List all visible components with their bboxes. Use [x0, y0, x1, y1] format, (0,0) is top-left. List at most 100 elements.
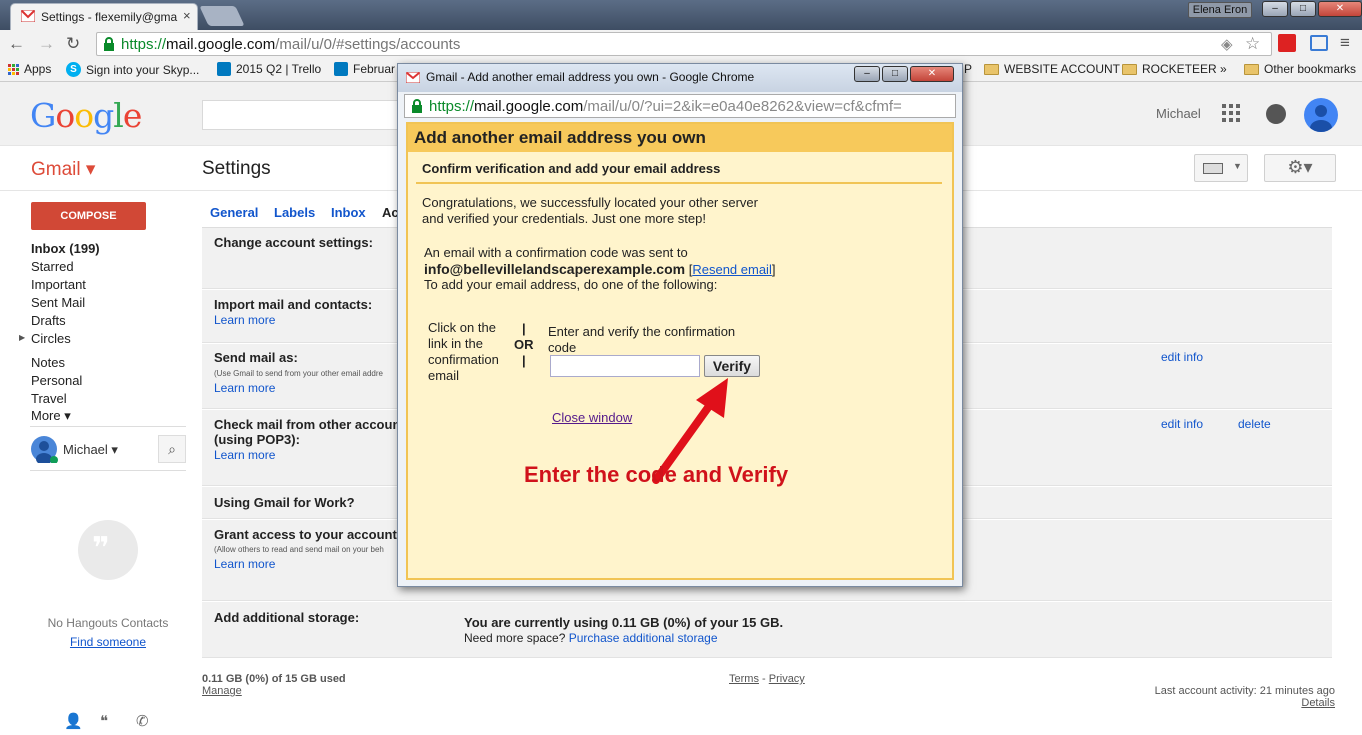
search-input[interactable]: [202, 100, 402, 130]
divider: [30, 470, 186, 471]
hangouts-user[interactable]: Michael ▾ ⌕: [30, 434, 186, 464]
last-activity: Last account activity: 21 minutes ago: [1154, 685, 1335, 697]
sidebar-item-starred[interactable]: Starred: [31, 259, 74, 274]
profile-badge[interactable]: Elena Eron: [1188, 2, 1252, 18]
close-window-link[interactable]: Close window: [552, 410, 632, 425]
sidebar-item-sent[interactable]: Sent Mail: [31, 295, 85, 310]
divider: [416, 182, 942, 184]
hangouts-tab-icon[interactable]: ❝: [100, 712, 108, 730]
compose-button[interactable]: COMPOSE: [31, 202, 146, 230]
bookmark-february[interactable]: Februar: [334, 62, 395, 76]
search-icon[interactable]: ⌕: [158, 435, 186, 463]
settings-button[interactable]: ⚙▾: [1264, 154, 1336, 182]
manage-link[interactable]: Manage: [202, 685, 242, 697]
purchase-storage-link[interactable]: Purchase additional storage: [569, 631, 718, 645]
tab-close-icon[interactable]: ×: [183, 8, 191, 23]
bookmark-label: 2015 Q2 | Trello: [236, 62, 322, 76]
browser-tab[interactable]: Settings - flexemily@gma ×: [10, 3, 198, 30]
tab-inbox[interactable]: Inbox: [331, 205, 366, 220]
bookmark-star-icon[interactable]: ☆: [1245, 34, 1260, 54]
expand-triangle-icon[interactable]: ▶: [19, 333, 25, 342]
google-logo[interactable]: Google: [30, 96, 142, 135]
bookmark-label: Sign into your Skyp...: [86, 62, 200, 77]
popup-title: Gmail - Add another email address you ow…: [426, 70, 755, 84]
bookmark-apps[interactable]: Apps: [8, 62, 51, 76]
maximize-icon[interactable]: □: [1290, 1, 1316, 17]
popup-subheading: Confirm verification and add your email …: [422, 161, 721, 176]
tab-labels[interactable]: Labels: [274, 205, 315, 220]
phone-icon[interactable]: ✆: [136, 712, 149, 730]
resend-email-link[interactable]: Resend email: [692, 262, 772, 277]
footer-separator: -: [762, 673, 766, 685]
sidebar-item-drafts[interactable]: Drafts: [31, 313, 66, 328]
bookmark-label: ROCKETEER: [1142, 62, 1217, 76]
lock-icon: [104, 37, 114, 51]
minimize-icon[interactable]: –: [1262, 1, 1288, 17]
new-tab-button[interactable]: [199, 6, 245, 26]
bookmark-trello[interactable]: 2015 Q2 | Trello: [217, 62, 321, 76]
storage-more: Need more space? Purchase additional sto…: [464, 631, 718, 645]
bookmark-p[interactable]: P: [964, 62, 972, 76]
bookmark-label: P: [964, 62, 973, 76]
sidebar-item-notes[interactable]: Notes: [31, 355, 65, 370]
settings-row-storage: Add additional storage: You are currentl…: [202, 602, 1332, 658]
sidebar-item-personal[interactable]: Personal: [31, 373, 82, 388]
trello-icon: [334, 62, 348, 76]
address-bar[interactable]: https://mail.google.com/mail/u/0/#settin…: [96, 32, 1272, 56]
maximize-icon[interactable]: □: [882, 66, 908, 82]
details-link[interactable]: Details: [1280, 697, 1335, 709]
storage-footer: 0.11 GB (0%) of 15 GB used: [202, 673, 346, 685]
notifications-icon[interactable]: [1266, 104, 1286, 124]
reload-icon[interactable]: ↻: [66, 34, 80, 54]
learn-more-link[interactable]: Learn more: [214, 557, 275, 571]
minimize-icon[interactable]: –: [854, 66, 880, 82]
sidebar-item-inbox[interactable]: Inbox (199): [31, 241, 100, 256]
back-icon[interactable]: ←: [8, 34, 25, 54]
sidebar-item-travel[interactable]: Travel: [31, 391, 67, 406]
learn-more-link[interactable]: Learn more: [214, 448, 275, 462]
apps-icon[interactable]: [1222, 104, 1240, 122]
forward-icon[interactable]: →: [38, 34, 55, 54]
window-close-icon[interactable]: ✕: [910, 66, 954, 82]
account-name[interactable]: Michael: [1156, 106, 1201, 121]
enter-code-text: Enter and verify the confirmation code: [548, 324, 736, 355]
edit-info-link[interactable]: edit info: [1161, 350, 1203, 364]
window-close-icon[interactable]: ✕: [1318, 1, 1362, 17]
bookmarks-overflow[interactable]: »: [1220, 62, 1227, 76]
gmail-menu[interactable]: Gmail ▾: [31, 158, 95, 181]
tab-general[interactable]: General: [210, 205, 258, 220]
skype-icon: S: [66, 62, 81, 77]
input-tools-button[interactable]: ▼: [1194, 154, 1248, 182]
row-sublabel: (Allow others to read and send mail on y…: [214, 545, 384, 554]
learn-more-link[interactable]: Learn more: [214, 381, 275, 395]
popup-titlebar[interactable]: Gmail - Add another email address you ow…: [398, 64, 962, 92]
bookmark-other[interactable]: Other bookmarks: [1244, 62, 1356, 76]
row-label: Check mail from other accoun: [214, 417, 401, 432]
terms-link[interactable]: Terms: [729, 673, 759, 685]
sidebar-item-important[interactable]: Important: [31, 277, 86, 292]
bookmark-website-account[interactable]: WEBSITE ACCOUNT: [984, 62, 1120, 76]
sidebar-item-circles[interactable]: Circles: [31, 331, 71, 346]
avatar[interactable]: [1304, 98, 1338, 132]
translate-icon[interactable]: ◈: [1221, 35, 1233, 53]
learn-more-link[interactable]: Learn more: [214, 313, 275, 327]
edit-info-link[interactable]: edit info: [1161, 417, 1203, 431]
contacts-tab-icon[interactable]: 👤: [64, 712, 83, 730]
delete-link[interactable]: delete: [1238, 417, 1271, 431]
folder-icon: [984, 63, 999, 75]
menu-icon[interactable]: ≡: [1340, 33, 1350, 53]
bookmark-skype[interactable]: S Sign into your Skyp...: [66, 62, 199, 77]
sidebar-item-more[interactable]: More ▾: [31, 408, 71, 424]
row-label: Import mail and contacts:: [214, 297, 373, 312]
bookmark-rocketeer[interactable]: ROCKETEER: [1122, 62, 1217, 76]
extension-icon[interactable]: [1278, 34, 1296, 52]
popup-address-bar[interactable]: https://mail.google.com/mail/u/0/?ui=2&i…: [404, 94, 956, 118]
or-bar-bottom: |: [522, 353, 526, 368]
find-someone-link[interactable]: Find someone: [30, 635, 186, 649]
keyboard-icon: [1203, 163, 1223, 174]
instruction-text: To add your email address, do one of the…: [424, 277, 718, 292]
cast-icon[interactable]: [1310, 35, 1328, 51]
url-host: mail.google.com: [166, 36, 276, 53]
privacy-link[interactable]: Privacy: [769, 673, 805, 685]
url-text: https://mail.google.com/mail/u/0/#settin…: [121, 36, 460, 53]
